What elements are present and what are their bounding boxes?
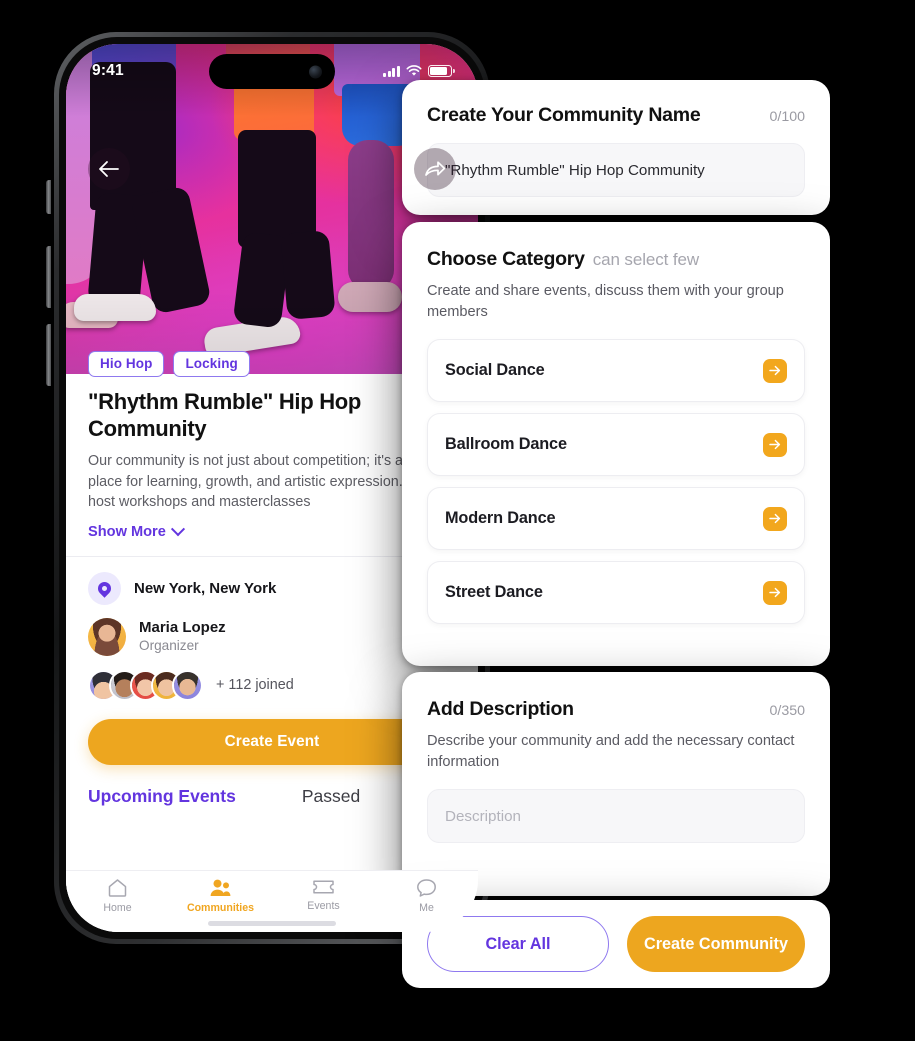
category-item-ballroom-dance[interactable]: Ballroom Dance	[427, 413, 805, 476]
category-label: Social Dance	[445, 361, 545, 379]
nav-item-messages[interactable]: Me	[375, 878, 478, 914]
community-name-input[interactable]: "Rhythm Rumble" Hip Hop Community	[427, 143, 805, 197]
community-name-panel: Create Your Community Name 0/100 "Rhythm…	[402, 80, 830, 215]
share-arrow-icon	[425, 161, 446, 176]
community-description: Our community is not just about competit…	[88, 453, 434, 510]
members-count-label: + 112 joined	[216, 677, 294, 693]
character-counter: 0/350	[769, 703, 805, 719]
panel-header: Add Description 0/350	[427, 698, 805, 721]
phone-volume-up-button	[46, 246, 51, 308]
back-button[interactable]	[88, 148, 130, 190]
panel-subtitle: Create and share events, discuss them wi…	[427, 283, 784, 320]
add-description-panel: Add Description 0/350 Describe your comm…	[402, 672, 830, 896]
avatar	[88, 617, 126, 656]
panel-title-hint: can select few	[592, 250, 700, 269]
panel-header: Create Your Community Name 0/100	[427, 104, 805, 127]
nav-item-events[interactable]: Events	[272, 878, 375, 912]
choose-category-panel: Choose Category can select few Create an…	[402, 222, 830, 666]
organizer-name: Maria Lopez	[139, 619, 226, 636]
front-camera-icon	[309, 65, 322, 78]
show-more-label: Show More	[88, 523, 166, 540]
phone-volume-down-button	[46, 324, 51, 386]
nav-item-home[interactable]: Home	[66, 878, 169, 914]
tag-chip[interactable]: Locking	[173, 351, 250, 377]
event-tabs: Upcoming Events Passed	[88, 765, 456, 807]
tab-passed-events[interactable]: Passed	[302, 786, 360, 807]
category-item-modern-dance[interactable]: Modern Dance	[427, 487, 805, 550]
home-indicator	[208, 921, 336, 926]
category-item-social-dance[interactable]: Social Dance	[427, 339, 805, 402]
nav-label: Events	[307, 900, 340, 912]
organizer-row[interactable]: Maria Lopez Organizer	[88, 605, 456, 656]
wifi-icon	[406, 65, 422, 76]
status-clock: 9:41	[92, 62, 124, 79]
status-indicators	[382, 65, 455, 77]
panel-title: Choose Category	[427, 248, 585, 270]
nav-item-communities[interactable]: Communities	[169, 878, 272, 914]
panel-title: Create Your Community Name	[427, 104, 701, 126]
location-row[interactable]: New York, New York M	[88, 557, 456, 605]
character-counter: 0/100	[769, 109, 805, 125]
location-label: New York, New York	[134, 579, 277, 597]
tab-upcoming-events[interactable]: Upcoming Events	[88, 786, 236, 807]
tag-chip[interactable]: Hio Hop	[88, 351, 165, 377]
panel-header: Choose Category can select few	[427, 248, 805, 271]
message-icon	[417, 879, 436, 897]
nav-label: Communities	[186, 902, 255, 914]
phone-silent-switch	[46, 180, 51, 214]
ticket-icon	[313, 880, 334, 894]
arrow-left-icon	[99, 161, 119, 177]
category-label: Ballroom Dance	[445, 435, 567, 453]
chevron-down-icon	[170, 521, 185, 536]
category-item-street-dance[interactable]: Street Dance	[427, 561, 805, 624]
arrow-right-icon[interactable]	[763, 432, 787, 457]
home-icon	[108, 879, 127, 897]
cellular-bars-icon	[382, 65, 400, 77]
category-label: Modern Dance	[445, 509, 556, 527]
panel-title: Add Description	[427, 698, 574, 720]
people-icon	[210, 879, 231, 896]
arrow-right-icon[interactable]	[763, 580, 787, 605]
category-list: Social Dance Ballroom Dance Modern Dance…	[427, 339, 805, 624]
nav-label: Me	[419, 902, 434, 914]
description-input[interactable]: Description	[427, 789, 805, 843]
create-community-button[interactable]: Create Community	[627, 916, 805, 972]
organizer-role: Organizer	[139, 638, 199, 653]
arrow-right-icon[interactable]	[763, 358, 787, 383]
nav-label: Home	[103, 902, 132, 914]
panel-subtitle: Describe your community and add the nece…	[427, 733, 795, 770]
screenshot-stage: 9:41 Hio Hop Locking "Rhythm Rumble" Hip…	[0, 0, 915, 1041]
battery-icon	[428, 65, 455, 77]
map-pin-icon	[88, 571, 121, 605]
dynamic-island	[209, 54, 335, 89]
members-row[interactable]: + 112 joined	[88, 656, 456, 701]
share-button[interactable]	[414, 148, 456, 190]
show-more-button[interactable]: Show More	[88, 521, 456, 540]
category-label: Street Dance	[445, 583, 543, 601]
community-tags: Hio Hop Locking	[88, 351, 250, 377]
create-event-button[interactable]: Create Event	[88, 718, 456, 765]
member-avatar-stack	[88, 669, 203, 701]
avatar	[172, 669, 203, 701]
arrow-right-icon[interactable]	[763, 506, 787, 531]
community-title: "Rhythm Rumble" Hip Hop Community	[88, 389, 362, 441]
